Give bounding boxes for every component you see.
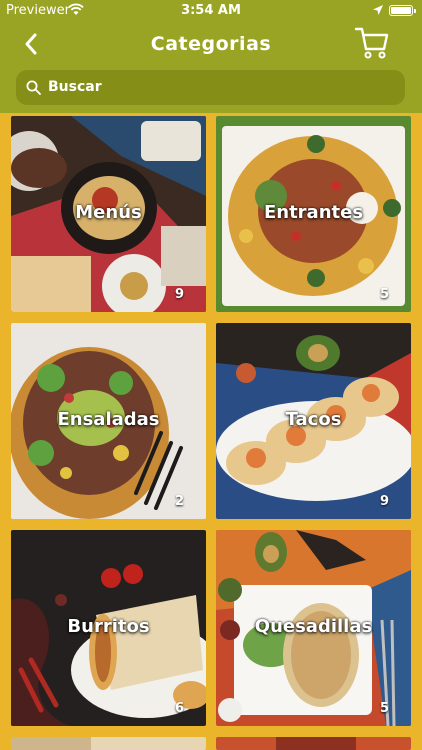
category-count: 5	[379, 287, 389, 302]
category-grid: Menús 9 Entrantes 5 Ensaladas 2 Tacos 9 …	[0, 113, 422, 750]
category-card-partial[interactable]	[11, 737, 206, 750]
category-count: 6	[174, 701, 184, 716]
category-label: Tacos	[285, 409, 342, 430]
category-count: 9	[379, 494, 389, 509]
location-arrow-icon	[373, 5, 383, 15]
category-card-ensaladas[interactable]: Ensaladas 2	[11, 323, 206, 519]
category-card-menus[interactable]: Menús 9	[11, 116, 206, 312]
search-icon	[26, 80, 41, 95]
category-card-burritos[interactable]: Burritos 6	[11, 530, 206, 726]
category-count: 2	[174, 494, 184, 509]
category-label: Burritos	[67, 616, 150, 637]
battery-icon	[389, 5, 416, 16]
category-label: Ensaladas	[57, 409, 160, 430]
category-card-entrantes[interactable]: Entrantes 5	[216, 116, 411, 312]
category-count: 9	[174, 287, 184, 302]
category-card-quesadillas[interactable]: Quesadillas 5	[216, 530, 411, 726]
header: Previewer 3:54 AM Categorias Buscar	[0, 0, 422, 113]
search-bar[interactable]: Buscar	[16, 70, 405, 105]
search-input[interactable]: Buscar	[48, 79, 102, 95]
category-card-partial[interactable]	[216, 737, 411, 750]
category-card-tacos[interactable]: Tacos 9	[216, 323, 411, 519]
partial-photo	[216, 737, 411, 750]
category-label: Entrantes	[263, 202, 364, 223]
category-label: Quesadillas	[254, 616, 373, 637]
status-time: 3:54 AM	[181, 3, 241, 18]
cart-icon[interactable]	[354, 25, 390, 61]
category-count: 5	[379, 701, 389, 716]
status-bar: Previewer 3:54 AM	[0, 0, 422, 22]
partial-photo	[11, 737, 206, 750]
category-label: Menús	[75, 202, 142, 223]
